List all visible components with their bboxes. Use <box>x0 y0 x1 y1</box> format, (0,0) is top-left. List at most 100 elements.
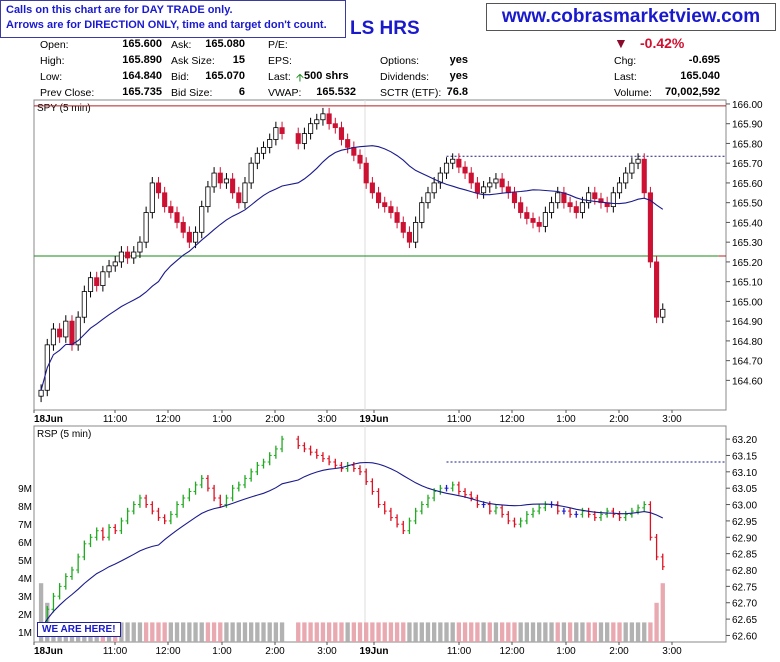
low-label: Low: <box>40 71 63 83</box>
spy-candle-body <box>211 172 217 188</box>
volume-bar <box>654 602 659 642</box>
volume-bar <box>218 622 223 642</box>
rsp-xtick-label: 12:00 <box>499 646 524 657</box>
spy-candle-body <box>192 231 199 243</box>
volume-bar <box>617 622 622 642</box>
volume-bar <box>388 622 394 642</box>
spy-candle-body <box>94 277 100 287</box>
spy-candle-body <box>301 133 307 144</box>
volume-bar <box>364 622 369 642</box>
volume-bar <box>230 622 235 642</box>
ask-size-label: Ask Size: <box>171 55 215 67</box>
spy-candle-body <box>641 158 647 194</box>
rsp-xtick-label: 2:00 <box>609 646 629 657</box>
spy-candle-body <box>456 158 462 168</box>
spy-candle-body <box>425 192 431 204</box>
chg-label: Chg: <box>614 55 637 67</box>
spy-panel-title: SPY (5 min) <box>37 103 91 114</box>
site-url-link[interactable]: www.cobrasmarketview.com <box>486 3 776 31</box>
bid-label: Bid: <box>171 71 190 83</box>
volume-bar <box>248 622 254 642</box>
bid-size-label: Bid Size: <box>171 87 213 99</box>
spy-candle-body <box>493 178 499 184</box>
spy-xtick-label: 12:00 <box>155 414 180 425</box>
spy-candle-body <box>567 202 573 208</box>
options-value: yes <box>449 54 468 66</box>
volume-bar <box>469 622 474 642</box>
volume-bar <box>150 622 155 642</box>
spy-candle-body <box>654 261 660 318</box>
volume-tick-label: 6M <box>18 538 32 549</box>
notice-line-1: Calls on this chart are for DAY TRADE on… <box>6 4 233 16</box>
volume-bar <box>187 622 192 642</box>
volume-bar <box>611 622 616 642</box>
spy-candle-body <box>474 182 480 194</box>
volume-tick-label: 5M <box>18 556 32 567</box>
volume-bar <box>567 622 573 642</box>
spy-candle-body <box>610 192 616 208</box>
rsp-ytick-label: 62.70 <box>732 599 757 610</box>
spy-ytick-label: 166.00 <box>732 100 763 111</box>
rsp-xtick-label: 1:00 <box>212 646 232 657</box>
volume-bar <box>224 622 229 642</box>
volume-bar <box>598 622 604 642</box>
spy-candle-body <box>87 277 94 292</box>
spy-candle-body <box>561 192 567 204</box>
volume-bar <box>543 622 548 642</box>
volume-bar <box>648 622 653 642</box>
high-value: 165.890 <box>122 54 162 66</box>
rsp-xtick-label: 11:00 <box>103 646 128 657</box>
volume-tick-label: 7M <box>18 520 32 531</box>
volume-bar <box>351 622 357 642</box>
spy-candle-body <box>351 146 357 156</box>
sctr-value: 76.8 <box>446 86 468 98</box>
spy-candle-body <box>400 222 406 233</box>
rsp-panel-title: RSP (5 min) <box>37 429 91 440</box>
volume-bar <box>308 622 313 642</box>
volume-bar <box>642 622 647 642</box>
volume-bar <box>273 622 279 642</box>
change-percent: -0.42% <box>640 35 685 51</box>
spy-xtick-label: 3:00 <box>662 414 682 425</box>
spy-ytick-label: 165.90 <box>732 120 763 131</box>
price-panel-frame <box>33 99 727 411</box>
rsp-ytick-label: 62.65 <box>732 615 757 626</box>
rsp-xtick-label: 3:00 <box>317 646 337 657</box>
options-label: Options: <box>380 55 420 67</box>
open-value: 165.600 <box>122 38 162 50</box>
volume-bar <box>267 622 272 642</box>
spy-candle-body <box>369 182 375 194</box>
spy-candle-body <box>487 182 493 188</box>
volume-bar <box>660 583 665 642</box>
spy-candle-body <box>149 182 155 213</box>
volume-bar <box>475 622 480 642</box>
rsp-xtick-label: 11:00 <box>447 646 472 657</box>
day-trade-notice: Calls on this chart are for DAY TRADE on… <box>0 0 346 38</box>
spy-ytick-label: 165.40 <box>732 218 763 229</box>
rsp-ytick-label: 63.10 <box>732 468 757 479</box>
volume-bar <box>205 622 211 642</box>
spy-candle-body <box>131 251 137 259</box>
spy-candle-body <box>186 231 192 243</box>
volume-bar <box>370 622 375 642</box>
spy-candle-body <box>548 202 555 213</box>
volume-bar <box>524 622 530 642</box>
spy-xtick-label: 11:00 <box>447 414 472 425</box>
spy-candle-body <box>320 113 326 121</box>
volume-bar <box>623 622 628 642</box>
spy-candle-body <box>530 218 536 223</box>
volume-bar <box>487 622 492 642</box>
pe-label: P/E: <box>268 39 288 51</box>
volume-bar <box>333 622 338 642</box>
bid-value: 165.070 <box>205 70 245 82</box>
volume-bar <box>438 622 443 642</box>
rsp-xtick-label: 18Jun <box>34 646 63 657</box>
spy-candle-body <box>647 192 653 263</box>
volume-bar <box>314 622 319 642</box>
rsp-ytick-label: 62.95 <box>732 517 757 528</box>
spy-candle-body <box>162 192 168 208</box>
spy-xtick-label: 19Jun <box>360 414 389 425</box>
volume-bar <box>444 622 449 642</box>
spy-candle-body <box>511 192 518 204</box>
spy-ytick-label: 165.20 <box>732 258 763 269</box>
